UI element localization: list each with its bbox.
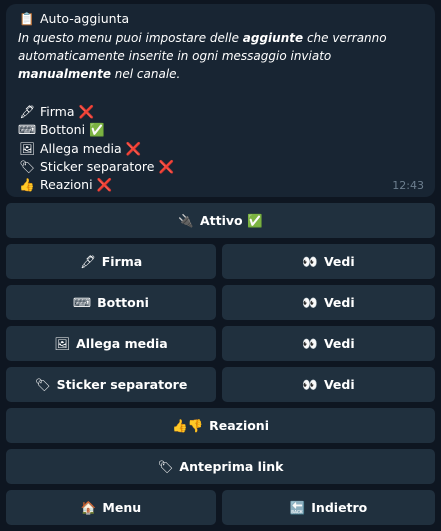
- firma-button[interactable]: 🖋 Firma: [6, 244, 216, 279]
- allega-media-button[interactable]: 🖼 Allega media: [6, 326, 216, 361]
- eyes-icon: 👀: [302, 294, 318, 310]
- tag-icon: 🏷: [19, 158, 35, 174]
- cross-icon: ❌: [158, 158, 175, 174]
- pen-icon: 🖋: [79, 253, 96, 269]
- picture-icon: 🖼: [54, 335, 71, 351]
- message-timestamp: 12:43: [392, 179, 424, 192]
- button-label: Vedi: [323, 254, 355, 269]
- bottoni-vedi-button[interactable]: 👀 Vedi: [222, 285, 435, 320]
- desc-bold: manualmente: [18, 67, 111, 81]
- eyes-icon: 👀: [302, 376, 318, 392]
- button-label: Firma: [101, 254, 143, 269]
- sticker-vedi-button[interactable]: 👀 Vedi: [222, 367, 435, 402]
- media-vedi-button[interactable]: 👀 Vedi: [222, 326, 435, 361]
- button-label: Menu: [102, 500, 142, 515]
- status-item-label: Allega media: [39, 140, 122, 156]
- status-item-label: Firma: [39, 104, 75, 119]
- check-icon: ✅: [89, 122, 105, 138]
- status-item-label: Bottoni: [39, 122, 86, 138]
- status-item-media: 🖼 Allega media ❌: [18, 140, 424, 158]
- cross-icon: ❌: [78, 104, 95, 119]
- status-item-label: Sticker separatore: [39, 158, 155, 174]
- pen-icon: 🖋: [19, 104, 35, 119]
- button-label: Vedi: [323, 295, 355, 310]
- bot-message: 📋 Auto-aggiunta In questo menu puoi impo…: [6, 4, 435, 197]
- house-icon: 🏠: [80, 499, 97, 515]
- status-item-label: Reazioni: [39, 177, 93, 193]
- menu-button[interactable]: 🏠 Menu: [6, 490, 216, 525]
- message-description: In questo menu puoi impostare delle aggi…: [18, 29, 420, 83]
- desc-text: In questo menu puoi impostare delle: [18, 31, 243, 45]
- message-title: 📋 Auto-aggiunta: [18, 10, 424, 28]
- attivo-button[interactable]: 🔌 Attivo ✅: [6, 203, 435, 238]
- indietro-button[interactable]: 🔙 Indietro: [222, 490, 435, 525]
- message-title-text: Auto-aggiunta: [39, 11, 130, 26]
- clipboard-icon: 📋: [19, 11, 35, 26]
- plug-icon: 🔌: [178, 212, 194, 228]
- sticker-separatore-button[interactable]: 🏷 Sticker separatore: [6, 367, 216, 402]
- tag-icon: 🏷: [34, 376, 51, 392]
- status-list: 🖋 Firma ❌ ⌨ Bottoni ✅ 🖼 Allega media ❌ 🏷…: [18, 103, 424, 194]
- status-item-sticker: 🏷 Sticker separatore ❌: [18, 158, 424, 176]
- thumbs-up-icon: 👍: [19, 177, 35, 193]
- firma-vedi-button[interactable]: 👀 Vedi: [222, 244, 435, 279]
- button-label: Bottoni: [97, 295, 149, 310]
- reazioni-button[interactable]: 👍👎 Reazioni: [6, 408, 435, 443]
- status-item-firma: 🖋 Firma ❌: [18, 103, 424, 121]
- button-label: Attivo ✅: [200, 212, 263, 228]
- button-label: Sticker separatore: [56, 377, 188, 392]
- label-tag-icon: 🏷: [157, 458, 174, 474]
- anteprima-link-button[interactable]: 🏷 Anteprima link: [6, 449, 435, 484]
- keyboard-icon: ⌨: [18, 122, 37, 138]
- button-label: Vedi: [323, 377, 355, 392]
- desc-bold: aggiunte: [242, 31, 304, 45]
- button-label: Vedi: [323, 336, 355, 351]
- picture-icon: 🖼: [19, 140, 35, 156]
- cross-icon: ❌: [96, 177, 113, 193]
- keyboard-icon: ⌨: [73, 295, 92, 310]
- eyes-icon: 👀: [302, 335, 318, 351]
- button-label: Allega media: [76, 336, 168, 351]
- status-item-bottoni: ⌨ Bottoni ✅: [18, 121, 424, 139]
- button-label: Reazioni: [209, 418, 269, 433]
- button-label: Indietro: [311, 500, 368, 515]
- thumbs-up-down-icon: 👍👎: [171, 417, 204, 433]
- cross-icon: ❌: [125, 140, 142, 156]
- status-item-reazioni: 👍 Reazioni ❌: [18, 176, 424, 194]
- desc-text: nel canale.: [110, 67, 181, 81]
- button-label: Anteprima link: [179, 459, 284, 474]
- eyes-icon: 👀: [302, 253, 318, 269]
- back-arrow-icon: 🔙: [289, 499, 306, 515]
- bottoni-button[interactable]: ⌨ Bottoni: [6, 285, 216, 320]
